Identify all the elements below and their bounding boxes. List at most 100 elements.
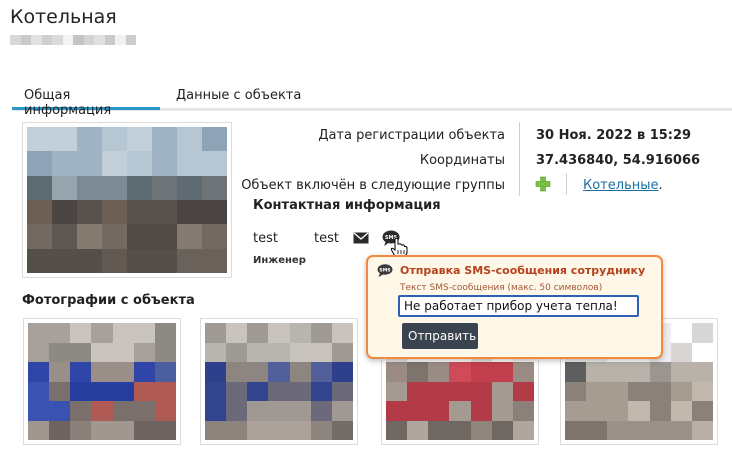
photo-pixel	[331, 420, 353, 440]
photo-pixel	[310, 420, 332, 440]
group-link-boilers[interactable]: Котельные	[583, 178, 659, 193]
photo-pixel	[154, 420, 176, 440]
photo-pixel	[70, 323, 92, 343]
svg-text:SMS: SMS	[379, 267, 390, 273]
photo-pixel	[127, 224, 152, 249]
photo-pixel	[91, 420, 113, 440]
photo-pixel	[226, 362, 248, 382]
photo-pixel	[49, 381, 71, 401]
photo-pixel	[154, 401, 176, 421]
coordinates-value: 37.436840, 54.916066	[536, 153, 701, 168]
photo-pixel	[28, 362, 50, 382]
tab-general-info[interactable]: Общая информация	[12, 88, 160, 118]
photo-pixel	[470, 362, 492, 382]
photo-pixel	[628, 381, 650, 401]
photo-pixel	[470, 420, 492, 440]
photo-pixel	[52, 175, 77, 200]
photo-pixel	[127, 175, 152, 200]
registration-date-label: Дата регистрации объекта	[318, 128, 505, 143]
contact-last-name: test	[314, 231, 339, 246]
photo-pixel	[491, 420, 513, 440]
photo-pixel	[177, 127, 202, 152]
photo-pixel	[331, 362, 353, 382]
photo-pixel	[386, 381, 408, 401]
photo-pixel	[202, 175, 227, 200]
photo-pixel	[91, 362, 113, 382]
photo-pixel	[386, 401, 408, 421]
contact-info-heading: Контактная информация	[253, 198, 441, 213]
photo-pixel	[586, 401, 608, 421]
photo-pixel	[205, 323, 227, 343]
photo-pixel	[428, 420, 450, 440]
photo-pixel	[127, 151, 152, 176]
photo-pixel	[565, 381, 587, 401]
photo-pixel	[127, 200, 152, 225]
photo-pixel	[247, 342, 269, 362]
photo-pixel	[247, 381, 269, 401]
photo-pixel	[177, 175, 202, 200]
photo-pixel	[205, 381, 227, 401]
photo-pixel	[670, 420, 692, 440]
contact-first-name: test	[253, 231, 278, 246]
photo-pixel	[152, 200, 177, 225]
email-icon[interactable]	[353, 232, 369, 244]
photo-pixel	[152, 248, 177, 273]
photo-pixel	[52, 127, 77, 152]
photo-pixel	[112, 342, 134, 362]
add-group-icon[interactable]	[535, 176, 551, 192]
photo-pixel	[177, 200, 202, 225]
photo-pixel	[112, 401, 134, 421]
photo-pixel	[133, 323, 155, 343]
photo-pixel	[133, 381, 155, 401]
photo-pixel	[202, 127, 227, 152]
photo-pixel	[154, 342, 176, 362]
photo-pixel	[177, 248, 202, 273]
photo-pixel	[152, 127, 177, 152]
photo-pixel	[289, 420, 311, 440]
photo-pixel	[91, 381, 113, 401]
group-link-suffix: .	[658, 178, 663, 193]
photo-pixel	[177, 151, 202, 176]
object-photo-1[interactable]	[23, 318, 181, 445]
photo-pixel	[77, 127, 102, 152]
photo-pixel	[407, 420, 429, 440]
photo-pixel	[202, 200, 227, 225]
photo-pixel	[607, 362, 629, 382]
send-sms-button[interactable]: Отправить	[402, 323, 478, 349]
sms-text-input[interactable]	[398, 295, 639, 317]
photo-pixel	[670, 362, 692, 382]
photo-pixel	[112, 420, 134, 440]
photo-pixel	[202, 248, 227, 273]
photo-pixel	[607, 420, 629, 440]
tab-bar: Общая информация Данные с объекта	[12, 85, 732, 118]
object-main-photo[interactable]	[22, 122, 232, 278]
photo-pixel	[52, 151, 77, 176]
photo-pixel	[133, 420, 155, 440]
photo-pixel	[310, 381, 332, 401]
photo-pixel	[691, 342, 713, 362]
photo-pixel	[407, 381, 429, 401]
tab-general-info-label: Общая информация	[24, 88, 112, 118]
photo-pixel	[670, 342, 692, 362]
photo-pixel	[268, 362, 290, 382]
photo-pixel	[470, 381, 492, 401]
object-photo-2[interactable]	[200, 318, 358, 445]
photo-pixel	[28, 323, 50, 343]
photo-pixel	[491, 401, 513, 421]
photo-pixel	[226, 420, 248, 440]
photo-pixel	[512, 401, 534, 421]
photo-pixel	[28, 342, 50, 362]
photo-pixel	[154, 381, 176, 401]
tab-object-data[interactable]: Данные с объекта	[176, 88, 301, 103]
photo-pixel	[331, 401, 353, 421]
photo-pixel	[91, 401, 113, 421]
photo-pixel	[102, 151, 127, 176]
tab-object-data-label: Данные с объекта	[176, 88, 302, 103]
photo-pixel	[586, 362, 608, 382]
photo-pixel	[70, 342, 92, 362]
group-link-wrap: Котельные.	[583, 178, 663, 193]
photo-pixel	[449, 420, 471, 440]
photo-pixel	[607, 401, 629, 421]
photo-pixel	[226, 401, 248, 421]
photo-pixel	[52, 224, 77, 249]
